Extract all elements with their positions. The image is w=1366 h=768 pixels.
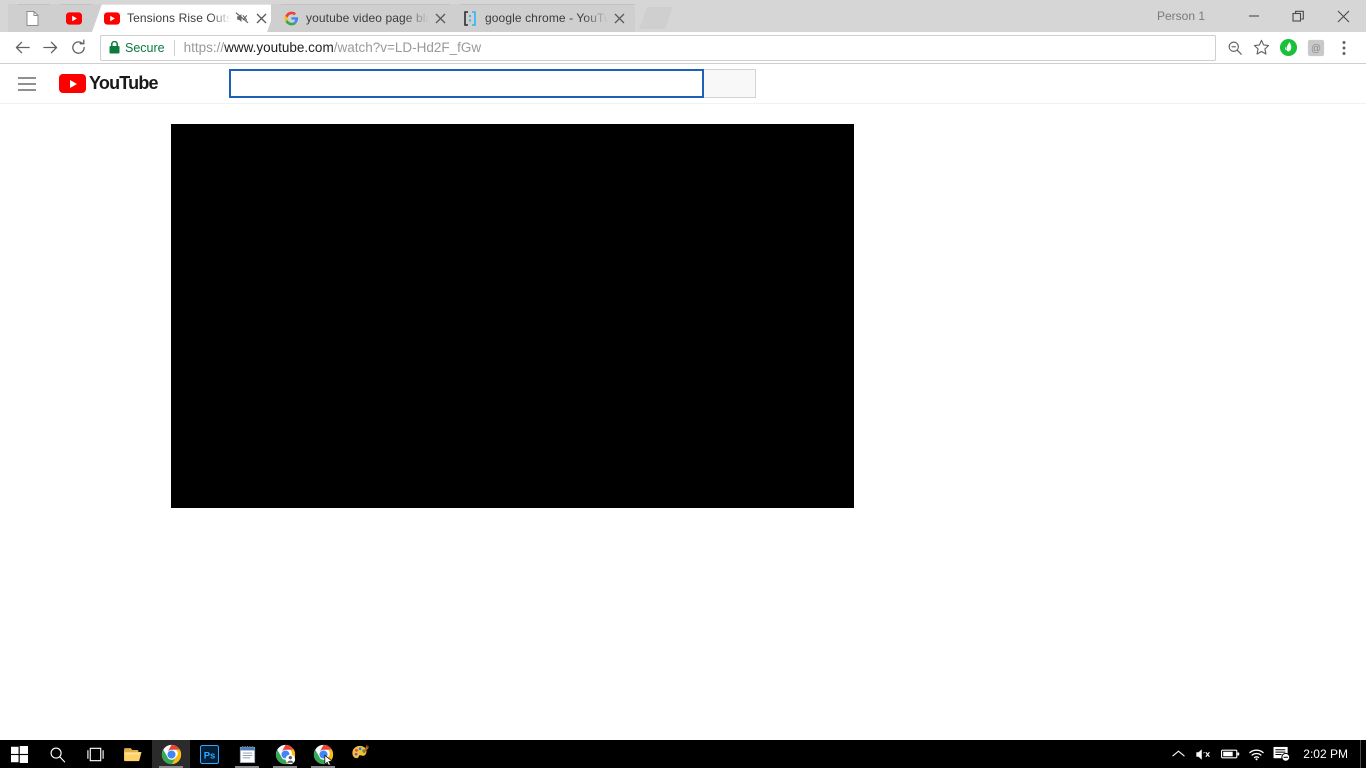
tab-close-icon[interactable] <box>611 10 627 26</box>
url-scheme: https:// <box>183 40 225 55</box>
url-path: /watch?v=LD-Hd2F_fGw <box>333 40 482 55</box>
taskbar-chrome-active[interactable] <box>152 740 190 768</box>
notepad-icon[interactable] <box>228 740 266 768</box>
browser-tab[interactable] <box>50 4 98 32</box>
svg-text:Ps: Ps <box>203 750 215 761</box>
back-button[interactable] <box>8 34 36 62</box>
tab-mute-icon[interactable] <box>234 10 250 26</box>
chrome-window: Tensions Rise Outside <box>0 0 1366 740</box>
chrome-menu-icon[interactable] <box>1330 34 1358 62</box>
extension-green-icon[interactable] <box>1274 34 1302 62</box>
video-player[interactable] <box>171 124 854 508</box>
tab-title: google chrome - YouTub <box>485 11 608 25</box>
browser-tab[interactable]: youtube video page blank <box>271 4 456 32</box>
browser-tab[interactable] <box>8 4 56 32</box>
reload-button[interactable] <box>64 34 92 62</box>
play-triangle <box>70 79 77 88</box>
omnibox-divider <box>173 39 175 56</box>
youtube-search-group <box>228 69 756 98</box>
tab-title: youtube video page blank <box>306 11 429 25</box>
photoshop-icon[interactable]: Ps <box>190 740 228 768</box>
lock-icon <box>109 41 120 54</box>
youtube-logo[interactable]: YouTube <box>59 73 159 94</box>
search-button[interactable] <box>703 69 756 98</box>
bookmark-star-icon[interactable] <box>1248 35 1274 61</box>
hamburger-line <box>18 88 36 91</box>
extension-gray-icon[interactable]: @ <box>1302 34 1330 62</box>
close-button[interactable] <box>1321 0 1366 32</box>
show-desktop-button[interactable] <box>1360 740 1366 768</box>
browser-tab[interactable]: google chrome - YouTub <box>450 4 635 32</box>
battery-icon[interactable] <box>1217 740 1243 768</box>
address-bar[interactable]: Secure https://www.youtube.com/watch?v=L… <box>100 34 1216 61</box>
tab-close-icon[interactable] <box>253 10 269 26</box>
maximize-button[interactable] <box>1276 0 1321 32</box>
page-viewport: YouTube <box>0 64 1366 739</box>
forward-button[interactable] <box>36 34 64 62</box>
url-text: https://www.youtube.com/watch?v=LD-Hd2F_… <box>184 40 482 55</box>
svg-text:@: @ <box>1311 43 1321 54</box>
volume-muted-icon[interactable] <box>1191 740 1217 768</box>
minimize-button[interactable] <box>1231 0 1276 32</box>
hamburger-line <box>18 76 36 79</box>
browser-tab-active[interactable]: Tensions Rise Outside <box>92 4 277 32</box>
youtube-play-icon <box>59 74 86 93</box>
hamburger-line <box>18 82 36 85</box>
show-hidden-icons-chevron-icon[interactable] <box>1165 740 1191 768</box>
zoom-out-icon[interactable] <box>1222 35 1248 61</box>
start-button[interactable] <box>0 740 38 768</box>
windows-taskbar: Ps 2:02 PM <box>0 740 1366 768</box>
tab-title: Tensions Rise Outside <box>127 11 231 25</box>
action-center-icon[interactable] <box>1269 740 1295 768</box>
tab-strip: Tensions Rise Outside <box>0 0 1366 32</box>
chrome-cursor-icon[interactable] <box>304 740 342 768</box>
hamburger-menu-icon[interactable] <box>18 72 42 96</box>
task-view-icon[interactable] <box>76 740 114 768</box>
search-input[interactable] <box>228 69 704 98</box>
profile-name-label[interactable]: Person 1 <box>1157 9 1205 23</box>
youtube-icon <box>104 10 120 26</box>
window-controls: Person 1 <box>1157 0 1366 32</box>
youtube-masthead: YouTube <box>0 64 1366 104</box>
document-icon <box>24 10 40 26</box>
browser-toolbar: Secure https://www.youtube.com/watch?v=L… <box>0 32 1366 64</box>
new-tab-button[interactable] <box>639 7 673 29</box>
code-brackets-icon <box>462 10 478 26</box>
url-host: www.youtube.com <box>224 40 334 55</box>
taskbar-clock[interactable]: 2:02 PM <box>1295 747 1360 761</box>
wifi-icon[interactable] <box>1243 740 1269 768</box>
youtube-logo-text: YouTube <box>89 73 159 93</box>
paint-icon[interactable] <box>342 740 380 768</box>
system-tray: 2:02 PM <box>1165 740 1366 768</box>
taskbar-search-icon[interactable] <box>38 740 76 768</box>
google-icon <box>283 10 299 26</box>
secure-label: Secure <box>125 40 165 55</box>
security-badge[interactable]: Secure <box>109 41 165 55</box>
file-explorer-icon[interactable] <box>114 740 152 768</box>
tab-close-icon[interactable] <box>432 10 448 26</box>
youtube-icon <box>66 10 82 26</box>
chrome-person-icon[interactable] <box>266 740 304 768</box>
